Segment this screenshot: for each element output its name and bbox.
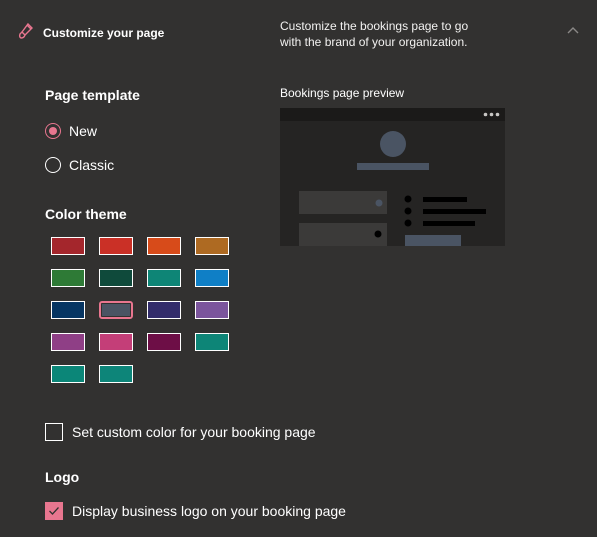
color-swatch[interactable] bbox=[99, 333, 133, 351]
color-theme-label: Color theme bbox=[45, 206, 127, 222]
radio-button-checked[interactable] bbox=[45, 123, 61, 139]
radio-new[interactable]: New bbox=[45, 123, 97, 139]
color-swatch[interactable] bbox=[195, 269, 229, 287]
color-swatch[interactable] bbox=[99, 269, 133, 287]
custom-color-label: Set custom color for your booking page bbox=[72, 424, 316, 440]
color-swatch[interactable] bbox=[99, 301, 133, 319]
page-template-label: Page template bbox=[45, 87, 140, 103]
color-swatch[interactable] bbox=[51, 333, 85, 351]
description-line: Customize the bookings page to go bbox=[280, 19, 469, 33]
color-swatch[interactable] bbox=[147, 333, 181, 351]
radio-button[interactable] bbox=[45, 157, 61, 173]
display-logo-checkbox[interactable] bbox=[45, 502, 63, 520]
color-swatch[interactable] bbox=[99, 237, 133, 255]
color-swatch[interactable] bbox=[195, 301, 229, 319]
color-swatch[interactable] bbox=[195, 333, 229, 351]
radio-classic[interactable]: Classic bbox=[45, 157, 114, 173]
color-swatch[interactable] bbox=[51, 237, 85, 255]
chevron-up-icon[interactable] bbox=[565, 24, 581, 36]
preview-illustration bbox=[299, 131, 486, 246]
checkmark-icon bbox=[49, 507, 59, 515]
section-title: Customize your page bbox=[43, 26, 165, 40]
preview-label: Bookings page preview bbox=[280, 86, 405, 100]
bookings-page-preview bbox=[280, 108, 505, 246]
color-swatch[interactable] bbox=[147, 237, 181, 255]
display-logo-label: Display business logo on your booking pa… bbox=[72, 503, 346, 519]
color-swatch[interactable] bbox=[99, 365, 133, 383]
display-logo-option[interactable]: Display business logo on your booking pa… bbox=[45, 502, 346, 520]
description-line: with the brand of your organization. bbox=[280, 35, 468, 49]
radio-label: New bbox=[69, 123, 98, 139]
paintbrush-icon bbox=[18, 22, 33, 39]
custom-color-checkbox[interactable] bbox=[45, 423, 63, 441]
section-description: Customize the bookings page to go with t… bbox=[280, 18, 510, 50]
color-swatch[interactable] bbox=[195, 237, 229, 255]
radio-label: Classic bbox=[69, 157, 115, 173]
custom-color-option[interactable]: Set custom color for your booking page bbox=[45, 423, 316, 441]
color-swatch[interactable] bbox=[51, 301, 85, 319]
logo-label: Logo bbox=[45, 469, 80, 485]
color-swatch[interactable] bbox=[51, 365, 85, 383]
color-swatch[interactable] bbox=[147, 301, 181, 319]
color-swatch[interactable] bbox=[147, 269, 181, 287]
color-swatch[interactable] bbox=[51, 269, 85, 287]
